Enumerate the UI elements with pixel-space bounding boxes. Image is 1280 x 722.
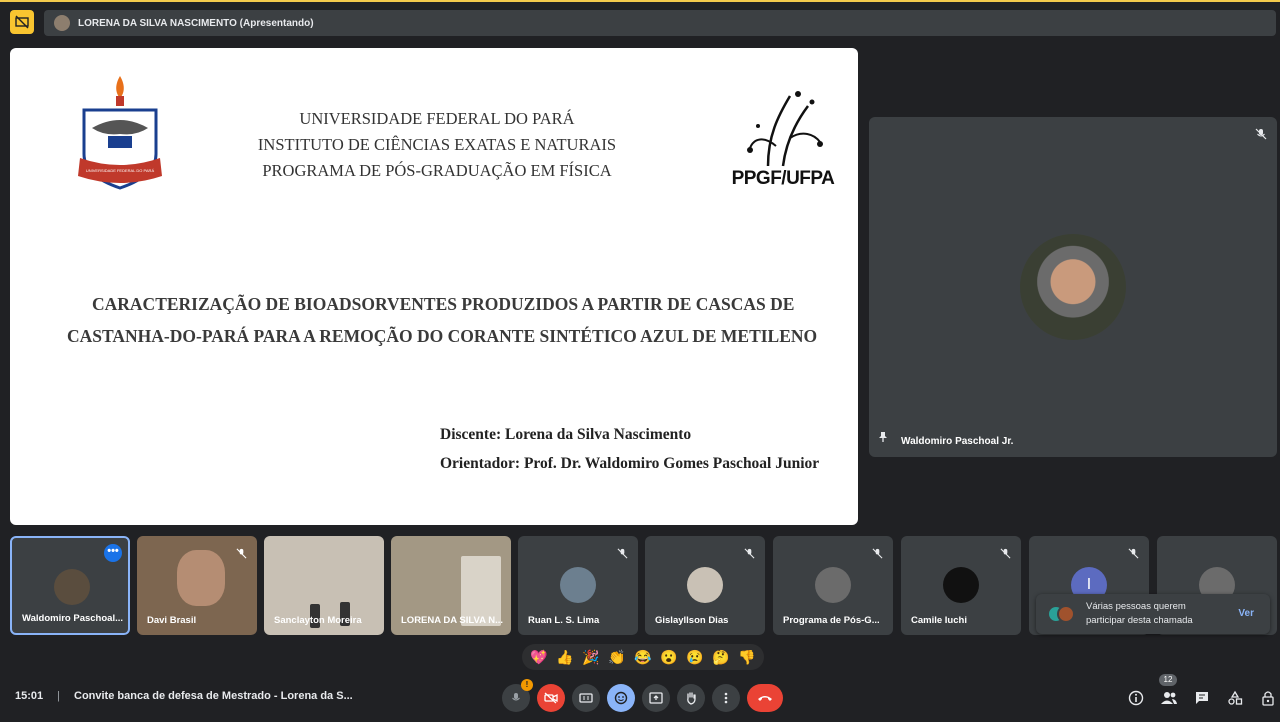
ufpa-seal-logo: UNIVERSIDADE FEDERAL DO PARÁ (78, 76, 162, 190)
camera-off-icon (544, 692, 558, 704)
more-options-icon (724, 692, 728, 704)
participant-tile[interactable]: Davi Brasil (137, 536, 257, 635)
warning-badge: ! (521, 679, 533, 691)
presenter-avatar (54, 15, 70, 31)
top-accent-line (0, 0, 1280, 2)
avatar (687, 567, 723, 603)
participant-name: Camile Iuchi (911, 615, 967, 626)
present-button[interactable] (642, 684, 670, 712)
reaction-thumbs-down[interactable]: 👎 (738, 649, 755, 666)
mic-toggle-button[interactable]: ! (502, 679, 533, 712)
institution-line: PROGRAMA DE PÓS-GRADUAÇÃO EM FÍSICA (262, 161, 612, 180)
emoji-button[interactable] (607, 684, 635, 712)
hang-up-button[interactable] (747, 684, 783, 712)
separator: | (57, 690, 60, 702)
avatar (560, 567, 596, 603)
reaction-sad[interactable]: 😢 (686, 649, 703, 666)
participant-name: Sanclayton Moreira (274, 615, 362, 626)
advisor-line: Orientador: Prof. Dr. Waldomiro Gomes Pa… (440, 455, 820, 472)
shared-slide: UNIVERSIDADE FEDERAL DO PARÁ UNIVERSIDAD… (10, 48, 858, 525)
people-avatars-icon (1047, 605, 1075, 623)
hang-up-icon (758, 696, 772, 701)
participant-name: Ruan L. S. Lima (528, 615, 600, 626)
more-options-button[interactable] (712, 684, 740, 712)
mic-off-icon (1255, 127, 1267, 145)
presenter-bar[interactable]: LORENA DA SILVA NASCIMENTO (Apresentando… (44, 10, 1276, 36)
participant-tile[interactable]: Gislayllson Dias (645, 536, 765, 635)
reaction-thinking[interactable]: 🤔 (712, 649, 729, 666)
info-icon[interactable] (1126, 688, 1146, 708)
mic-off-icon (744, 546, 755, 564)
activities-icon[interactable] (1225, 688, 1245, 708)
mic-off-icon (512, 693, 520, 701)
reactions-bar: 💖 👍 🎉 👏 😂 😮 😢 🤔 👎 (522, 644, 764, 670)
toast-line: participar desta chamada (1086, 615, 1193, 626)
participant-name: Gislayllson Dias (655, 615, 729, 626)
toast-line: Várias pessoas querem (1086, 601, 1186, 612)
svg-text:UNIVERSIDADE FEDERAL DO PARÁ: UNIVERSIDADE FEDERAL DO PARÁ (86, 168, 155, 173)
featured-participant-tile[interactable]: Waldomiro Paschoal Jr. (869, 117, 1277, 457)
avatar (943, 567, 979, 603)
people-count-badge: 12 (1159, 674, 1177, 686)
join-request-toast: Várias pessoas querem participar desta c… (1036, 594, 1270, 634)
meeting-title: Convite banca de defesa de Mestrado - Lo… (74, 690, 353, 702)
participant-name: Davi Brasil (147, 615, 197, 626)
pin-icon[interactable] (877, 430, 889, 448)
reaction-laugh[interactable]: 😂 (634, 649, 651, 666)
mic-off-icon (1128, 546, 1139, 564)
participant-name: Programa de Pós-G... (783, 615, 880, 626)
reaction-surprised[interactable]: 😮 (660, 649, 677, 666)
institution-line: INSTITUTO DE CIÊNCIAS EXATAS E NATURAIS (257, 135, 617, 154)
video-feed (177, 550, 225, 606)
institution-line: UNIVERSIDADE FEDERAL DO PARÁ (299, 109, 575, 128)
participant-tile[interactable]: ••• Waldomiro Paschoal... (10, 536, 130, 635)
reaction-party[interactable]: 🎉 (582, 649, 599, 666)
emoji-icon (614, 691, 628, 705)
chat-icon[interactable] (1192, 688, 1212, 708)
reaction-heart[interactable]: 💖 (530, 649, 547, 666)
captions-button[interactable] (572, 684, 600, 712)
mic-off-icon (1000, 546, 1011, 564)
participant-tile[interactable]: Camile Iuchi (901, 536, 1021, 635)
thesis-title-line: CARACTERIZAÇÃO DE BIOADSORVENTES PRODUZI… (92, 294, 795, 314)
camera-toggle-button[interactable] (537, 684, 565, 712)
avatar (54, 569, 90, 605)
mic-off-icon (617, 546, 628, 564)
thesis-title-line: CASTANHA-DO-PARÁ PARA A REMOÇÃO DO CORAN… (67, 326, 818, 346)
raise-hand-icon (687, 692, 696, 705)
participant-name: LORENA DA SILVA N... (401, 615, 504, 626)
reaction-thumbs-up[interactable]: 👍 (556, 649, 573, 666)
present-icon (649, 692, 663, 704)
participant-tile[interactable]: LORENA DA SILVA N... (391, 536, 511, 635)
call-controls: ! (502, 679, 783, 712)
reaction-clap[interactable]: 👏 (608, 649, 625, 666)
more-options-icon[interactable]: ••• (104, 544, 122, 562)
clock: 15:01 (15, 690, 44, 702)
avatar (815, 567, 851, 603)
participant-name: Waldomiro Paschoal... (22, 613, 124, 624)
people-icon[interactable]: 12 (1159, 674, 1179, 708)
credits: Discente: Lorena da Silva Nascimento Ori… (440, 420, 819, 478)
mic-off-icon (236, 546, 247, 564)
student-line: Discente: Lorena da Silva Nascimento (440, 426, 692, 443)
presenter-label: LORENA DA SILVA NASCIMENTO (Apresentando… (78, 17, 314, 29)
raise-hand-button[interactable] (677, 684, 705, 712)
featured-avatar (1020, 234, 1126, 340)
host-controls-icon[interactable] (1258, 688, 1278, 708)
participant-tile[interactable]: Programa de Pós-G... (773, 536, 893, 635)
institution-header: UNIVERSIDADE FEDERAL DO PARÁ INSTITUTO D… (210, 106, 664, 184)
stop-presenting-icon[interactable] (10, 10, 34, 34)
featured-name: Waldomiro Paschoal Jr. (901, 436, 1014, 447)
toast-message: Várias pessoas querem participar desta c… (1086, 600, 1193, 628)
meeting-info: 15:01 | Convite banca de defesa de Mestr… (15, 690, 353, 702)
mic-off-icon (872, 546, 883, 564)
captions-icon (579, 693, 593, 703)
view-requests-button[interactable]: Ver (1238, 608, 1254, 619)
ppgf-logo-text: PPGF/UFPA (731, 168, 835, 189)
participant-tile[interactable]: Ruan L. S. Lima (518, 536, 638, 635)
participant-tile[interactable]: Sanclayton Moreira (264, 536, 384, 635)
thesis-title: CARACTERIZAÇÃO DE BIOADSORVENTES PRODUZI… (50, 288, 830, 352)
meeting-tools: 12 (1126, 674, 1278, 708)
